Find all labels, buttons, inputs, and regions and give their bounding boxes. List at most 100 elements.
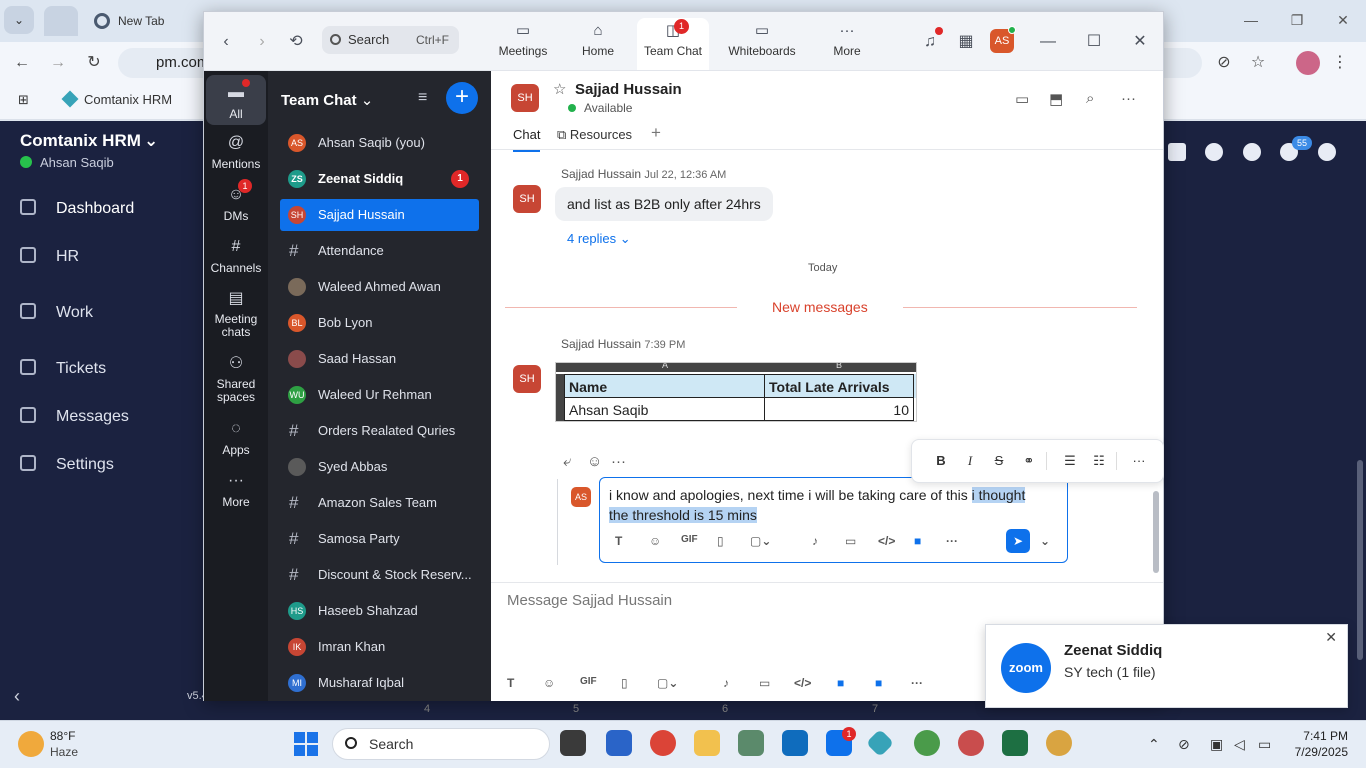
zoom-maximize-button[interactable]: ☐: [1082, 30, 1106, 54]
message-avatar[interactable]: SH: [513, 365, 541, 393]
code-icon[interactable]: </>: [794, 676, 811, 690]
channel-item[interactable]: # Attendance: [280, 235, 479, 267]
spreadsheet-image[interactable]: A B Name Total Late Arrivals Ahsan Saqib…: [555, 362, 917, 422]
screenshot-icon[interactable]: ▢⌄: [750, 534, 771, 548]
chat-item[interactable]: BL Bob Lyon: [280, 307, 479, 339]
excel-icon[interactable]: [1002, 730, 1028, 756]
chat-item[interactable]: MI Musharaf Iqbal: [280, 667, 479, 699]
chrome-profile-icon-3[interactable]: [1046, 730, 1072, 756]
chevron-down-icon[interactable]: ⌄: [144, 131, 158, 151]
add-circle-icon[interactable]: [1243, 143, 1261, 161]
chat-item[interactable]: AS Ahsan Saqib (you): [280, 127, 479, 159]
chat-item[interactable]: Syed Abbas: [280, 451, 479, 483]
chat-item[interactable]: SH Sajjad Hussain: [280, 199, 479, 231]
channel-item[interactable]: # Orders Realated Quries: [280, 415, 479, 447]
tab-resources[interactable]: ⧉ Resources: [557, 127, 632, 143]
rail-all[interactable]: ▬ All: [206, 75, 266, 125]
app-blue-icon[interactable]: ■: [837, 676, 844, 690]
calculator-icon[interactable]: [738, 730, 764, 756]
chat-item[interactable]: Saad Hassan: [280, 343, 479, 375]
format-text-icon[interactable]: T: [507, 676, 514, 690]
code-icon[interactable]: </>: [878, 534, 895, 548]
contact-avatar[interactable]: SH: [511, 84, 539, 112]
send-options-chevron-icon[interactable]: ⌄: [1040, 534, 1050, 548]
profile-avatar[interactable]: [1296, 51, 1320, 75]
channel-item[interactable]: # Discount & Stock Reserv...: [280, 559, 479, 591]
back-button[interactable]: ←: [10, 51, 34, 75]
tab-home[interactable]: ⌂ Home: [562, 18, 634, 70]
browser-menu-icon[interactable]: ⋮: [1328, 51, 1352, 75]
vpn-icon[interactable]: ⊘: [1178, 736, 1190, 753]
more-actions-icon[interactable]: ···: [611, 453, 626, 470]
file-icon[interactable]: ▯: [621, 676, 628, 690]
send-button[interactable]: ➤: [1006, 529, 1030, 553]
chat-item[interactable]: IK Imran Khan: [280, 631, 479, 663]
network-icon[interactable]: ▣: [1210, 736, 1223, 753]
chrome-app-icon[interactable]: [650, 730, 676, 756]
share-screen-icon[interactable]: ⬒: [1049, 90, 1063, 108]
close-icon[interactable]: ✕: [1325, 629, 1337, 646]
message-compose-input[interactable]: Message Sajjad Hussain: [507, 592, 672, 609]
forward-button[interactable]: →: [46, 51, 70, 75]
browser-restore-button[interactable]: ❐: [1280, 6, 1314, 34]
chevron-up-icon[interactable]: ⌃: [1148, 736, 1160, 753]
link-icon[interactable]: ⚭: [1020, 452, 1038, 470]
hrm-nav-dashboard[interactable]: Dashboard: [20, 199, 134, 218]
replies-link[interactable]: 4 replies ⌄: [567, 231, 631, 247]
reload-button[interactable]: ↻: [82, 51, 106, 75]
hrm-nav-tickets[interactable]: Tickets: [20, 359, 106, 378]
hrm-scrollbar[interactable]: [1357, 460, 1363, 660]
file-icon[interactable]: ▯: [717, 534, 724, 548]
more-format-icon[interactable]: ···: [1130, 452, 1148, 470]
tracking-off-icon[interactable]: ⊘: [1212, 51, 1236, 75]
italic-icon[interactable]: I: [961, 452, 979, 470]
reply-input[interactable]: i know and apologies, next time i will b…: [599, 477, 1068, 563]
hrm-nav-work[interactable]: Work: [20, 303, 93, 322]
battery-icon[interactable]: ▭: [1258, 736, 1271, 753]
star-icon[interactable]: ☆: [553, 80, 566, 98]
message-avatar[interactable]: SH: [513, 185, 541, 213]
power-icon[interactable]: [1318, 143, 1336, 161]
weather-icon[interactable]: [18, 731, 44, 757]
channel-item[interactable]: # Samosa Party: [280, 523, 479, 555]
chrome-profile-icon[interactable]: [914, 730, 940, 756]
tab-search-button[interactable]: ⌄: [4, 6, 34, 34]
task-view-icon[interactable]: [560, 730, 586, 756]
more-options-icon[interactable]: ···: [946, 534, 958, 548]
app-blue-icon[interactable]: ■: [914, 534, 921, 548]
video-call-icon[interactable]: ▭: [1015, 90, 1029, 108]
browser-tab-pinned[interactable]: [44, 6, 78, 36]
reply-thread-icon[interactable]: ⤶: [563, 453, 571, 470]
new-chat-button[interactable]: +: [446, 82, 478, 114]
bold-icon[interactable]: B: [932, 452, 950, 470]
hrm-nav-messages[interactable]: Messages: [20, 407, 129, 426]
hrm-nav-hr[interactable]: HR: [20, 247, 79, 266]
rail-mentions[interactable]: @ Mentions: [206, 133, 266, 171]
rail-apps[interactable]: ◌ Apps: [206, 419, 266, 457]
contact-name[interactable]: Sajjad Hussain: [575, 81, 682, 98]
browser-close-button[interactable]: ✕: [1326, 6, 1360, 34]
calendar-icon[interactable]: ▦: [954, 30, 978, 54]
collapse-sidebar-icon[interactable]: ‹: [14, 686, 20, 707]
rail-dms[interactable]: ☺ DMs: [206, 185, 266, 223]
bullet-list-icon[interactable]: ☰: [1061, 452, 1079, 470]
more-options-icon[interactable]: ···: [911, 676, 923, 690]
channel-item[interactable]: # Amazon Sales Team: [280, 487, 479, 519]
start-button[interactable]: [294, 732, 318, 756]
outlook-icon[interactable]: [782, 730, 808, 756]
apps-grid-icon[interactable]: ⊞: [18, 92, 29, 108]
zoom-minimize-button[interactable]: —: [1036, 30, 1060, 54]
video-message-icon[interactable]: ▭: [759, 676, 770, 690]
chat-item[interactable]: Waleed Ahmed Awan: [280, 271, 479, 303]
microphone-icon[interactable]: ♪: [723, 676, 729, 690]
tab-whiteboards[interactable]: ▭ Whiteboards: [720, 18, 804, 70]
chat-item[interactable]: ZS Zeenat Siddiq 1: [280, 163, 479, 195]
bookmark-star-icon[interactable]: ☆: [1246, 51, 1270, 75]
hrm-brand[interactable]: Comtanix HRM: [20, 131, 141, 151]
format-text-icon[interactable]: T: [615, 534, 622, 548]
strikethrough-icon[interactable]: S: [990, 452, 1008, 470]
history-icon[interactable]: ⟲: [284, 30, 308, 54]
emoji-icon[interactable]: ☺: [543, 676, 555, 690]
store-icon[interactable]: [606, 730, 632, 756]
screenshot-icon[interactable]: ▢⌄: [657, 676, 678, 690]
